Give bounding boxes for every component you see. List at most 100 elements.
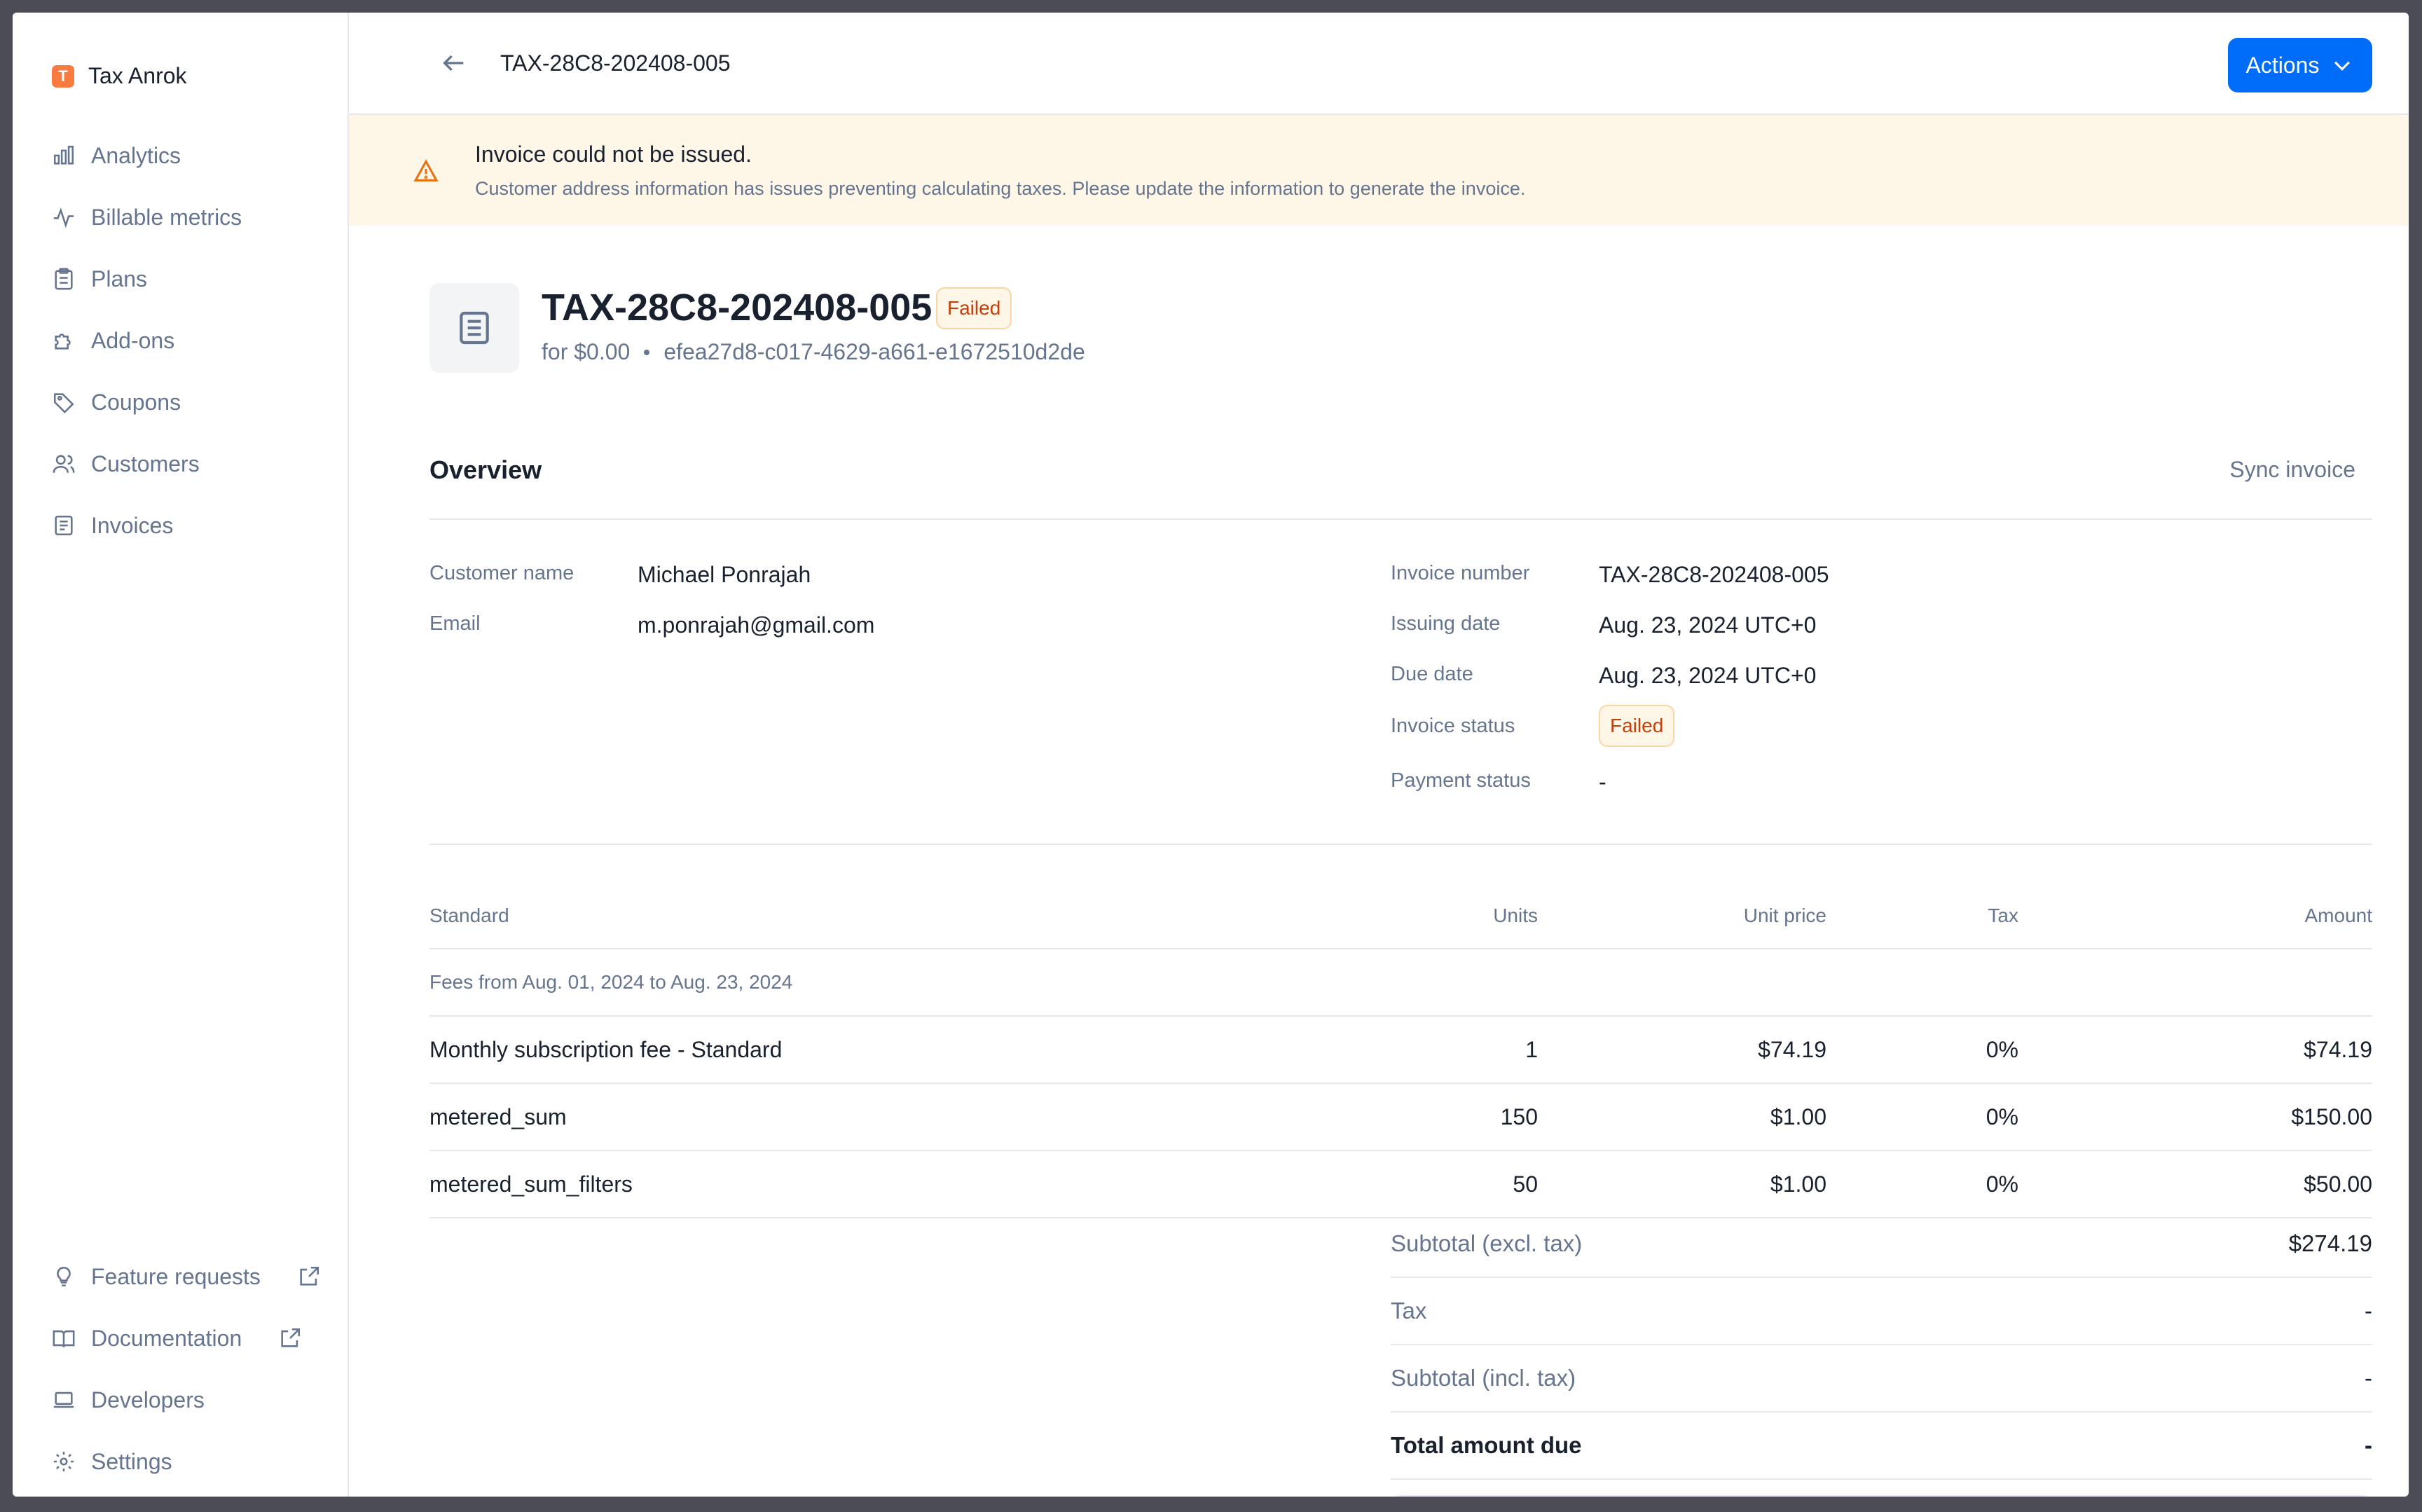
payment-status-field: Payment status - <box>1391 769 1606 795</box>
sidebar-item-plans[interactable]: Plans <box>52 248 242 310</box>
field-value: Aug. 23, 2024 UTC+0 <box>1599 663 1817 688</box>
total-value: - <box>2365 1432 2372 1458</box>
subtotal-excl-tax-row: Subtotal (excl. tax) $274.19 <box>1391 1211 2372 1278</box>
overview-title: Overview <box>429 455 542 484</box>
sidebar-item-invoices[interactable]: Invoices <box>52 495 242 556</box>
field-label: Due date <box>1391 663 1473 685</box>
fee-name: metered_sum <box>429 1083 1235 1151</box>
clipboard-icon <box>55 268 73 290</box>
fee-unit-price: $1.00 <box>1538 1150 1826 1218</box>
customer-name-field: Customer name Michael Ponrajah <box>429 562 811 588</box>
column-header: Standard <box>429 883 1235 949</box>
sidebar-item-label: Developers <box>91 1387 205 1413</box>
chevron-down-icon <box>2334 61 2351 71</box>
column-header: Unit price <box>1538 883 1826 949</box>
sidebar-item-label: Plans <box>91 266 148 291</box>
sidebar-item-analytics[interactable]: Analytics <box>52 125 242 186</box>
fee-units: 50 <box>1235 1150 1538 1218</box>
invoice-avatar <box>429 283 519 373</box>
field-value: m.ponrajah@gmail.com <box>638 612 875 638</box>
info-panel <box>1391 1495 2372 1497</box>
sidebar-item-billable-metrics[interactable]: Billable metrics <box>52 186 242 248</box>
totals-section: Subtotal (excl. tax) $274.19 Tax - Subto… <box>1391 1211 2372 1480</box>
lightbulb-icon <box>57 1266 71 1287</box>
total-label: Tax <box>1391 1298 1427 1324</box>
document-icon <box>460 311 489 345</box>
fee-units: 1 <box>1235 1016 1538 1084</box>
sidebar-item-developers[interactable]: Developers <box>52 1369 321 1431</box>
field-value: Aug. 23, 2024 UTC+0 <box>1599 612 1817 638</box>
issuing-date-field: Issuing date Aug. 23, 2024 UTC+0 <box>1391 612 1816 638</box>
external-link-icon <box>300 1266 319 1286</box>
email-field: Email m.ponrajah@gmail.com <box>429 612 874 638</box>
sidebar-item-documentation[interactable]: Documentation <box>52 1307 321 1369</box>
invoice-status-field: Invoice status Failed <box>1391 705 1675 747</box>
sidebar-item-customers[interactable]: Customers <box>52 433 242 495</box>
invoice-subline: for $0.00 efea27d8-c017-4629-a661-e16725… <box>542 339 1085 365</box>
sidebar-item-label: Feature requests <box>91 1263 261 1289</box>
book-icon <box>53 1330 75 1347</box>
sidebar-item-label: Billable metrics <box>91 204 242 230</box>
fee-name: Monthly subscription fee - Standard <box>429 1016 1235 1084</box>
sidebar-item-label: Add-ons <box>91 327 175 353</box>
tax-row: Tax - <box>1391 1278 2372 1345</box>
field-label: Customer name <box>429 562 574 584</box>
total-label: Subtotal (excl. tax) <box>1391 1230 1583 1256</box>
bar-chart-icon <box>53 145 74 165</box>
org-name: Tax Anrok <box>88 63 187 88</box>
page-title: TAX-28C8-202408-005 <box>500 50 731 76</box>
tag-icon <box>53 393 74 413</box>
invoice-title: TAX-28C8-202408-005 <box>542 287 933 329</box>
fee-units: 150 <box>1235 1083 1538 1151</box>
back-arrow-icon[interactable] <box>440 49 468 77</box>
divider <box>429 844 2372 845</box>
main-content: TAX-28C8-202408-005 Actions Invoice coul… <box>349 13 2409 1497</box>
org-switcher[interactable]: T Tax Anrok <box>52 63 187 89</box>
fee-unit-price: $1.00 <box>1538 1083 1826 1151</box>
sidebar-item-coupons[interactable]: Coupons <box>52 371 242 433</box>
total-label: Subtotal (incl. tax) <box>1391 1365 1576 1391</box>
status-badge: Failed <box>1599 705 1675 747</box>
total-amount-due-row: Total amount due - <box>1391 1413 2372 1480</box>
due-date-field: Due date Aug. 23, 2024 UTC+0 <box>1391 663 1816 689</box>
sidebar-item-label: Invoices <box>91 512 174 538</box>
fee-period-row: Fees from Aug. 01, 2024 to Aug. 23, 2024 <box>429 949 2372 1017</box>
page-header: TAX-28C8-202408-005 Actions <box>349 13 2409 115</box>
fee-name: metered_sum_filters <box>429 1150 1235 1218</box>
customer-name-link[interactable]: Michael Ponrajah <box>638 562 811 588</box>
sidebar-item-settings[interactable]: Settings <box>52 1431 321 1492</box>
puzzle-icon <box>55 334 71 350</box>
gear-icon <box>53 1451 74 1472</box>
fee-amount: $50.00 <box>2018 1150 2372 1218</box>
sidebar-item-feature-requests[interactable]: Feature requests <box>52 1246 321 1307</box>
sync-invoice-button[interactable]: Sync invoice <box>2229 457 2355 483</box>
laptop-icon <box>53 1391 74 1408</box>
field-value: TAX-28C8-202408-005 <box>1599 562 1829 587</box>
warning-message: Customer address information has issues … <box>475 178 1526 199</box>
table-row: metered_sum_filters 50 $1.00 0% $50.00 <box>429 1150 2372 1218</box>
sidebar-item-label: Coupons <box>91 389 181 415</box>
column-header: Units <box>1235 883 1538 949</box>
total-value: - <box>2365 1298 2372 1324</box>
sidebar-item-add-ons[interactable]: Add-ons <box>52 310 242 371</box>
sidebar-item-label: Customers <box>91 451 200 476</box>
fee-tax: 0% <box>1826 1016 2018 1084</box>
table-header-row: Standard Units Unit price Tax Amount <box>429 883 2372 949</box>
external-link-icon <box>281 1328 301 1347</box>
sidebar-nav: Analytics Billable metrics Plans Add-ons… <box>52 125 242 556</box>
warning-banner: Invoice could not be issued. Customer ad… <box>349 115 2409 226</box>
column-header: Amount <box>2018 883 2372 949</box>
actions-button-label: Actions <box>2245 52 2320 78</box>
sidebar-item-label: Documentation <box>91 1325 242 1351</box>
field-label: Email <box>429 612 481 635</box>
invoice-number-field: Invoice number TAX-28C8-202408-005 <box>1391 562 1829 588</box>
column-header: Tax <box>1826 883 2018 949</box>
document-icon <box>55 515 73 536</box>
invoice-id: efea27d8-c017-4629-a661-e1672510d2de <box>663 339 1085 364</box>
actions-button[interactable]: Actions <box>2228 38 2372 92</box>
fee-tax: 0% <box>1826 1083 2018 1151</box>
field-label: Payment status <box>1391 769 1531 792</box>
total-value: $274.19 <box>2288 1230 2372 1256</box>
fee-unit-price: $74.19 <box>1538 1016 1826 1084</box>
divider <box>429 518 2372 520</box>
